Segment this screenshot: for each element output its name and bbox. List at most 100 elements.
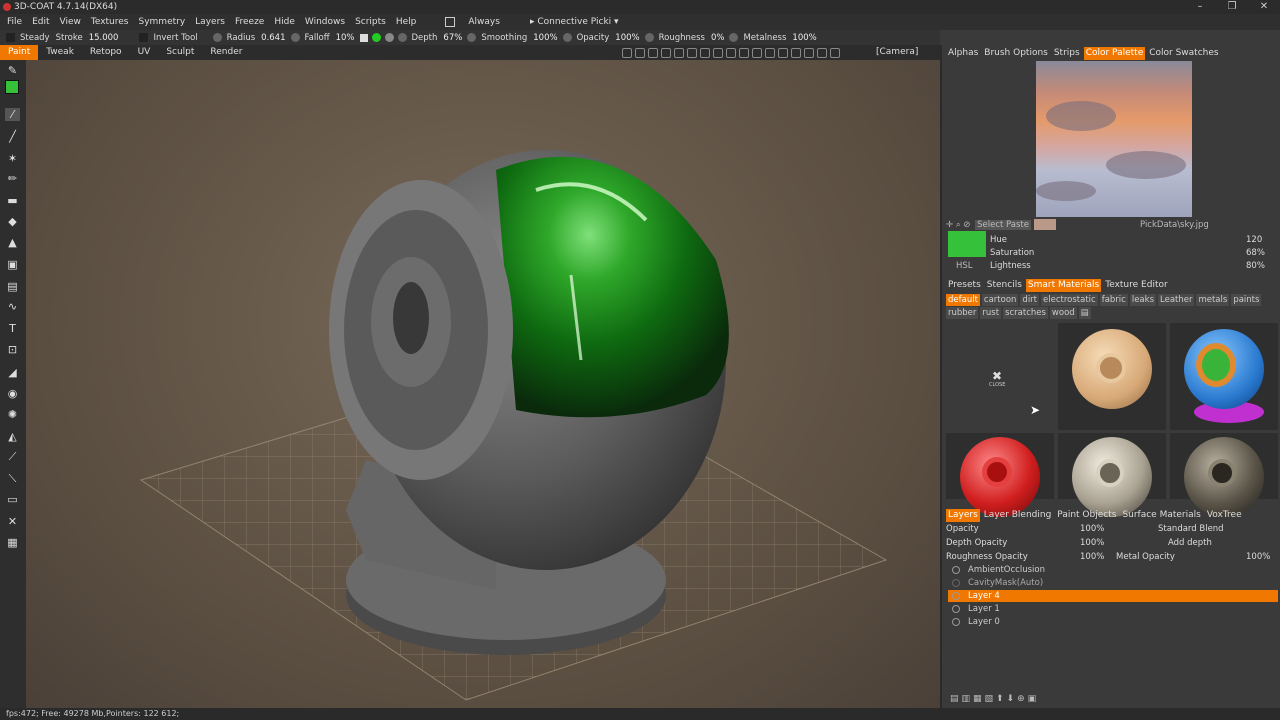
transform-icon[interactable]: ▣ bbox=[5, 258, 20, 271]
view-icon-2[interactable] bbox=[634, 47, 645, 58]
tab-smart-materials[interactable]: Smart Materials bbox=[1025, 279, 1102, 292]
folder-icon[interactable]: ▤ bbox=[1078, 307, 1091, 319]
view-icon-15[interactable] bbox=[803, 47, 814, 58]
select-paste-button[interactable]: Select Paste bbox=[975, 220, 1031, 230]
invert-checkbox[interactable] bbox=[139, 33, 149, 42]
cat-leaks[interactable]: leaks bbox=[1129, 294, 1156, 306]
cat-rust[interactable]: rust bbox=[980, 307, 1002, 319]
steady-checkbox[interactable] bbox=[6, 33, 15, 42]
menu-scripts[interactable]: Scripts bbox=[350, 14, 391, 30]
fill-icon[interactable]: ◆ bbox=[5, 215, 20, 228]
layer-4[interactable]: Layer 4 bbox=[948, 590, 1278, 602]
eye-icon[interactable] bbox=[952, 566, 960, 574]
depth-value[interactable]: 67% bbox=[440, 33, 465, 43]
curve-icon[interactable]: ∿ bbox=[5, 300, 20, 313]
stamp-icon[interactable]: ▲ bbox=[5, 236, 20, 249]
tab-paint[interactable]: Paint bbox=[0, 45, 39, 60]
menu-edit[interactable]: Edit bbox=[27, 14, 54, 30]
depth-opacity-value[interactable]: 100% bbox=[1080, 537, 1104, 549]
zoom-icon[interactable] bbox=[699, 47, 710, 58]
tab-retopo[interactable]: Retopo bbox=[82, 45, 130, 60]
roller-icon[interactable]: ▭ bbox=[5, 493, 20, 506]
view-icon-11[interactable] bbox=[751, 47, 762, 58]
connective-picking-dropdown[interactable]: ▸ Connective Picki ▾ bbox=[525, 14, 624, 30]
close-button[interactable]: ✕ bbox=[1248, 0, 1280, 14]
view-icon-10[interactable] bbox=[738, 47, 749, 58]
3d-viewport[interactable] bbox=[26, 60, 940, 708]
current-color-swatch[interactable] bbox=[948, 231, 986, 257]
view-icon-1[interactable] bbox=[621, 47, 632, 58]
cat-dirt[interactable]: dirt bbox=[1020, 294, 1040, 306]
material-preview-red[interactable] bbox=[946, 433, 1054, 517]
view-icon-16[interactable] bbox=[816, 47, 827, 58]
cat-scratches[interactable]: scratches bbox=[1003, 307, 1048, 319]
menu-layers[interactable]: Layers bbox=[190, 14, 230, 30]
line-tool-icon[interactable]: ╱ bbox=[5, 130, 20, 143]
tab-layers[interactable]: Layers bbox=[946, 509, 980, 522]
cat-leather[interactable]: Leather bbox=[1158, 294, 1195, 306]
layer-cavity-mask[interactable]: CavityMask(Auto) bbox=[948, 577, 1278, 589]
menu-hide[interactable]: Hide bbox=[269, 14, 300, 30]
layer-ambient-occlusion[interactable]: AmbientOcclusion bbox=[948, 564, 1278, 576]
cat-metals[interactable]: metals bbox=[1196, 294, 1230, 306]
tab-strips[interactable]: Strips bbox=[1052, 47, 1082, 60]
grey-sphere-icon[interactable] bbox=[384, 33, 394, 42]
tab-sculpt[interactable]: Sculpt bbox=[158, 45, 202, 60]
grid-icon[interactable] bbox=[777, 47, 788, 58]
material-preview-beige[interactable] bbox=[1058, 323, 1166, 430]
view-icon-8[interactable] bbox=[712, 47, 723, 58]
view-icon-14[interactable] bbox=[790, 47, 801, 58]
menu-symmetry[interactable]: Symmetry bbox=[134, 14, 191, 30]
brush-tool-icon[interactable]: ⁄ bbox=[5, 108, 20, 121]
view-icon-3[interactable] bbox=[647, 47, 658, 58]
primary-color-swatch[interactable] bbox=[5, 80, 19, 94]
view-icon-12[interactable] bbox=[764, 47, 775, 58]
material-preview-chrome[interactable] bbox=[1058, 433, 1166, 517]
tab-render[interactable]: Render bbox=[202, 45, 250, 60]
tab-stencils[interactable]: Stencils bbox=[985, 279, 1024, 292]
menu-view[interactable]: View bbox=[55, 14, 86, 30]
roughness-value[interactable]: 0% bbox=[708, 33, 728, 43]
pick-icon[interactable]: ✎ bbox=[5, 64, 20, 77]
metal-opacity-value[interactable]: 100% bbox=[1246, 551, 1270, 563]
eraser-icon[interactable]: ◢ bbox=[5, 366, 20, 379]
menu-freeze[interactable]: Freeze bbox=[230, 14, 269, 30]
palette-image[interactable] bbox=[1036, 61, 1192, 217]
ruler-icon[interactable]: ▦ bbox=[5, 536, 20, 549]
cat-electrostatic[interactable]: electrostatic bbox=[1041, 294, 1098, 306]
cat-default[interactable]: default bbox=[946, 294, 980, 306]
smoothing-value[interactable]: 100% bbox=[530, 33, 560, 43]
tab-paint-objects[interactable]: Paint Objects bbox=[1055, 509, 1118, 522]
sharpen-icon[interactable]: ⟍ bbox=[5, 472, 20, 485]
tab-alphas[interactable]: Alphas bbox=[946, 47, 980, 60]
radius-value[interactable]: 0.641 bbox=[258, 33, 288, 43]
material-preview-blue[interactable] bbox=[1170, 323, 1278, 430]
cat-paints[interactable]: paints bbox=[1231, 294, 1262, 306]
cat-cartoon[interactable]: cartoon bbox=[981, 294, 1019, 306]
add-icon[interactable]: ✛ ⌕ ⊘ bbox=[946, 220, 970, 230]
gear-icon[interactable]: ✺ bbox=[5, 408, 20, 421]
tab-tweak[interactable]: Tweak bbox=[38, 45, 82, 60]
view-icon-17[interactable] bbox=[829, 47, 840, 58]
roughness-opacity-value[interactable]: 100% bbox=[1080, 551, 1104, 563]
menu-windows[interactable]: Windows bbox=[300, 14, 350, 30]
eye-icon[interactable] bbox=[952, 592, 960, 600]
cat-wood[interactable]: wood bbox=[1049, 307, 1077, 319]
bucket-icon[interactable]: ◭ bbox=[5, 430, 20, 443]
tab-presets[interactable]: Presets bbox=[946, 279, 983, 292]
layer-opacity-value[interactable]: 100% bbox=[1080, 523, 1104, 535]
butterfly-icon[interactable]: ✕ bbox=[5, 515, 20, 528]
add-depth-dropdown[interactable]: Add depth bbox=[1168, 537, 1212, 549]
restore-button[interactable]: ❐ bbox=[1216, 0, 1248, 14]
rotate-icon[interactable] bbox=[673, 47, 684, 58]
close-x-icon[interactable]: ✖ bbox=[992, 369, 1002, 383]
blend-mode-dropdown[interactable]: Standard Blend bbox=[1158, 523, 1224, 535]
tab-surface-materials[interactable]: Surface Materials bbox=[1120, 509, 1202, 522]
close-x-icon[interactable] bbox=[359, 33, 368, 42]
falloff-value[interactable]: 10% bbox=[333, 33, 358, 43]
opacity-value[interactable]: 100% bbox=[612, 33, 642, 43]
stroke-value[interactable]: 15.000 bbox=[86, 33, 122, 43]
text-icon[interactable]: T bbox=[5, 322, 20, 335]
picker-icon[interactable]: ⟋ bbox=[5, 450, 20, 463]
tab-uv[interactable]: UV bbox=[130, 45, 159, 60]
